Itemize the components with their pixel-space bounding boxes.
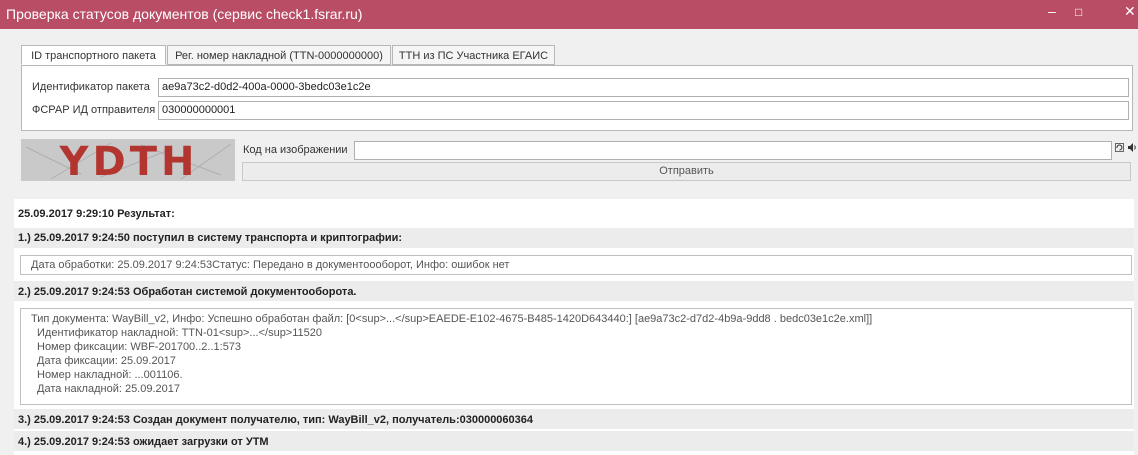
captcha-text: YDTH — [59, 139, 199, 181]
step-2-detail-box: Тип документа: WayBill_v2, Инфо: Успешно… — [20, 308, 1132, 405]
step-1-detail: Дата обработки: 25.09.2017 9:24:53Статус… — [31, 259, 510, 271]
tab-ttn-from-ps[interactable]: ТТН из ПС Участника ЕГАИС — [392, 45, 555, 65]
captcha-input[interactable] — [354, 141, 1112, 160]
sender-id-input[interactable]: 030000000001 — [158, 101, 1129, 120]
sender-id-label: ФСРАР ИД отправителя — [32, 104, 156, 116]
step-2-heading: 2.) 25.09.2017 9:24:53 Обработан системо… — [18, 286, 357, 298]
form-panel — [21, 65, 1133, 131]
tab-invoice-reg-number[interactable]: Рег. номер накладной (TTN-0000000000) — [167, 45, 391, 65]
step-4-heading: 4.) 25.09.2017 9:24:53 ожидает загрузки … — [18, 436, 269, 448]
speaker-icon[interactable] — [1127, 142, 1138, 153]
window-title: Проверка статусов документов (сервис che… — [6, 6, 363, 22]
close-button[interactable]: ✕ — [1124, 3, 1136, 20]
step-2-detail-line: Дата накладной: 25.09.2017 — [37, 383, 180, 395]
step-3-heading: 3.) 25.09.2017 9:24:53 Создан документ п… — [18, 414, 534, 426]
minimize-button[interactable]: – — [1048, 3, 1056, 19]
tab-package-id[interactable]: ID транспортного пакета — [21, 45, 166, 65]
results-header: 25.09.2017 9:29:10 Результат: — [18, 208, 175, 220]
step-1-detail-box: Дата обработки: 25.09.2017 9:24:53Статус… — [20, 255, 1132, 275]
refresh-icon[interactable] — [1115, 142, 1124, 153]
step-2-detail-line: Номер фиксации: WBF-201700..2..1:573 — [37, 341, 242, 353]
submit-button[interactable]: Отправить — [242, 162, 1131, 181]
maximize-button[interactable]: □ — [1075, 5, 1082, 19]
captcha-label: Код на изображении — [243, 144, 348, 156]
window-titlebar: Проверка статусов документов (сервис che… — [0, 0, 1138, 29]
step-2-detail-line: Номер накладной: ...001106. — [37, 369, 183, 381]
captcha-image: YDTH — [21, 139, 235, 181]
step-1-heading: 1.) 25.09.2017 9:24:50 поступил в систем… — [18, 232, 403, 244]
step-2-detail-line: Дата фиксации: 25.09.2017 — [37, 355, 176, 367]
package-id-input[interactable]: ae9a73c2-d0d2-400a-0000-3bedc03e1c2e — [158, 78, 1129, 97]
step-2-detail-line: Идентификатор накладной: TTN-01<sup>...<… — [37, 327, 323, 339]
package-id-label: Идентификатор пакета — [32, 81, 150, 93]
step-2-detail-line: Тип документа: WayBill_v2, Инфо: Успешно… — [31, 313, 873, 325]
